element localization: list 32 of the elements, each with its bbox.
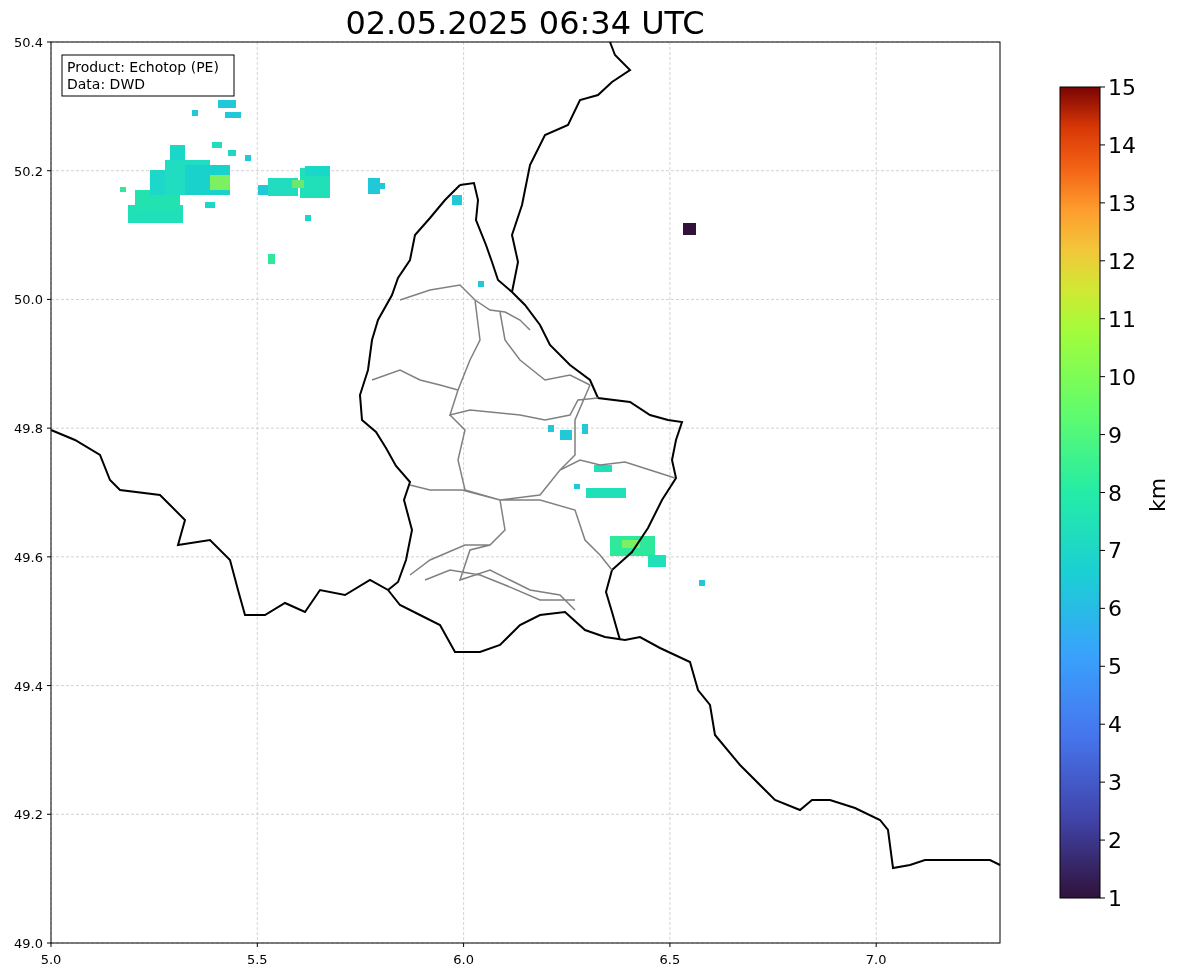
colorbar-tick-label: 10 [1108, 364, 1136, 390]
y-tick-label: 49.4 [14, 678, 43, 694]
colorbar-tick-label: 15 [1108, 75, 1136, 100]
y-tick-label: 49.6 [14, 549, 43, 565]
colorbar-tick-label: 12 [1108, 248, 1136, 274]
x-tick-label: 7.0 [865, 952, 887, 967]
colorbar-tick-label: 8 [1108, 480, 1122, 506]
colorbar-tick-label: 7 [1108, 538, 1122, 564]
colorbar-label: km [1145, 477, 1170, 513]
colorbar-tick-label: 3 [1108, 770, 1122, 796]
y-tick-label: 49.2 [14, 807, 43, 823]
y-tick-label: 50.4 [14, 35, 43, 50]
chart-title: 02.05.2025 06:34 UTC [345, 4, 705, 42]
colorbar-tick-label: 13 [1108, 190, 1136, 216]
info-box-text: Product: Echotop (PE) [67, 59, 219, 75]
colorbar-tick-label: 11 [1108, 306, 1136, 332]
colorbar-tick-label: 2 [1108, 828, 1122, 854]
y-tick-label: 49.0 [14, 936, 43, 951]
y-tick-label: 49.8 [14, 421, 43, 437]
colorbar-tick-label: 14 [1108, 132, 1136, 158]
colorbar-tick-label: 4 [1108, 712, 1122, 738]
colorbar-tick-label: 5 [1108, 654, 1122, 680]
x-tick-label: 5.0 [40, 952, 62, 967]
colorbar-tick-label: 1 [1108, 886, 1122, 911]
x-tick-label: 6.5 [659, 952, 681, 967]
info-box-text: Data: DWD [67, 76, 145, 92]
x-tick-label: 6.0 [453, 952, 474, 967]
colorbar-tick-label: 6 [1108, 596, 1122, 622]
y-tick-label: 50.2 [14, 163, 43, 179]
x-tick-label: 5.5 [246, 952, 268, 967]
colorbar-tick-label: 9 [1108, 422, 1122, 448]
y-tick-label: 50.0 [14, 292, 43, 308]
